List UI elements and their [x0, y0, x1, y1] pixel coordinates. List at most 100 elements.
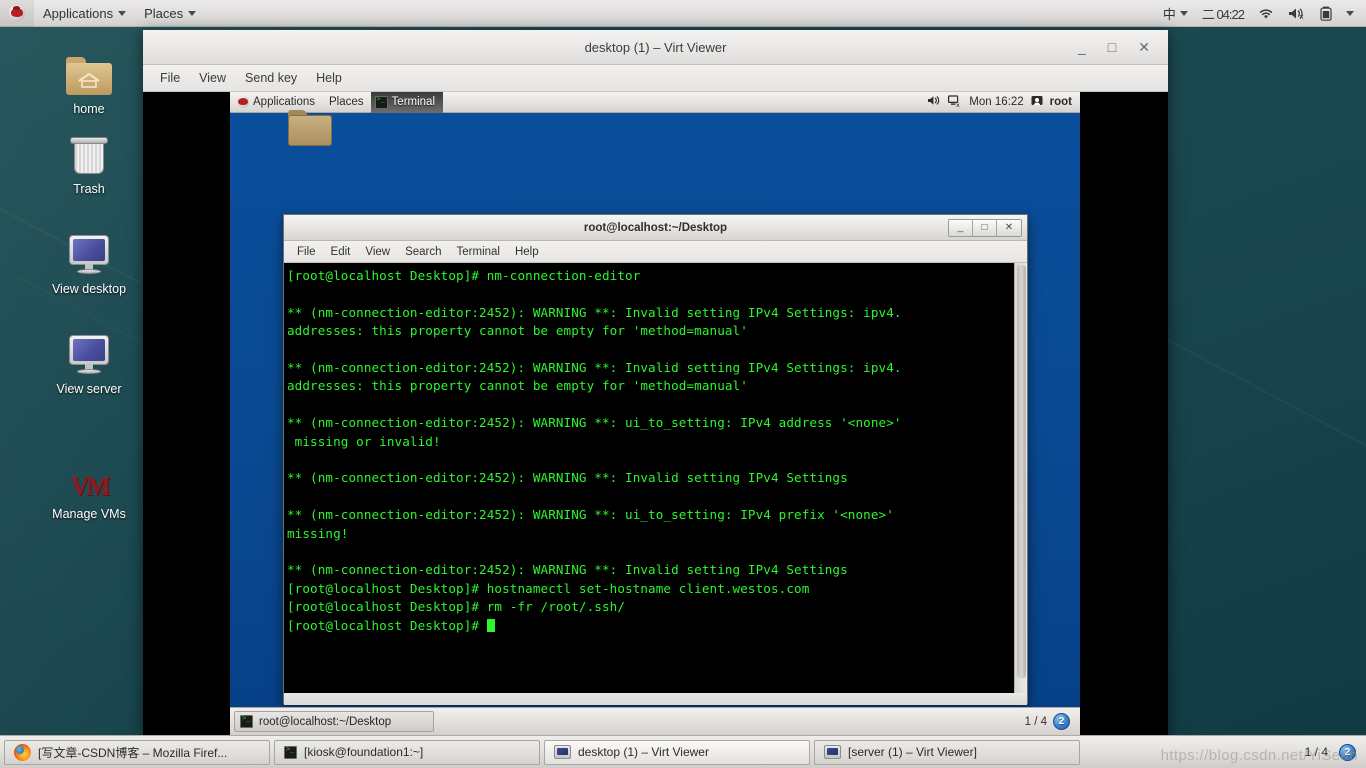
trash-icon: [27, 127, 151, 175]
host-taskbar-item-firefox[interactable]: [写文章-CSDN博客 – Mozilla Firef...: [4, 739, 270, 765]
firefox-icon: [14, 743, 31, 761]
guest-clock[interactable]: Mon 16:22: [969, 96, 1023, 108]
guest-workspace-indicator[interactable]: 1 / 4: [1025, 716, 1047, 728]
redhat-logo-icon: [237, 96, 249, 108]
maximize-icon[interactable]: □: [973, 219, 997, 236]
menu-help[interactable]: Help: [308, 68, 350, 88]
menu-view[interactable]: View: [191, 68, 234, 88]
guest-desktop[interactable]: Applications Places Terminal: [230, 91, 1080, 735]
menu-file[interactable]: File: [152, 68, 188, 88]
host-top-panel: Applications Places 中 二 04:22 x: [0, 0, 1366, 27]
terminal-titlebar[interactable]: root@localhost:~/Desktop _ □ ✕: [284, 215, 1027, 241]
terminal-line: ** (nm-connection-editor:2452): WARNING …: [287, 507, 894, 523]
guest-window-button-label: Terminal: [391, 96, 436, 108]
menu-help[interactable]: Help: [508, 244, 546, 260]
terminal-window: root@localhost:~/Desktop _ □ ✕ File Edit…: [283, 214, 1028, 705]
host-workspace-indicator[interactable]: 1 / 4: [1300, 743, 1333, 761]
host-panel-status-area: 中 二 04:22 x: [1157, 0, 1366, 27]
system-menu-caret-icon[interactable]: [1340, 0, 1360, 27]
desktop-icon-label: View server: [56, 382, 122, 396]
desktop-icon-trash[interactable]: Trash: [27, 127, 151, 197]
chevron-down-icon: [1346, 10, 1354, 16]
minimize-icon[interactable]: _: [949, 219, 973, 236]
desktop-icon-label: View desktop: [51, 282, 127, 296]
host-taskbar-status: 1 / 4 2: [1300, 743, 1362, 761]
terminal-icon: [240, 714, 253, 728]
guest-taskbar-window-button[interactable]: root@localhost:~/Desktop: [234, 711, 434, 732]
user-icon[interactable]: [1031, 95, 1043, 110]
desktop-icon-home[interactable]: home: [27, 47, 151, 117]
host-taskbar-item-kiosk-terminal[interactable]: [kiosk@foundation1:~]: [274, 739, 540, 765]
terminal-window-controls: _ □ ✕: [948, 218, 1022, 237]
host-taskbar: [写文章-CSDN博客 – Mozilla Firef... [kiosk@fo…: [0, 735, 1366, 768]
places-menu[interactable]: Places: [135, 0, 205, 27]
menu-search[interactable]: Search: [398, 244, 448, 260]
clock[interactable]: 二 04:22: [1196, 0, 1250, 27]
battery-icon[interactable]: [1314, 0, 1338, 27]
guest-applications-label: Applications: [253, 96, 316, 108]
input-method-label: 中: [1162, 6, 1176, 22]
close-icon[interactable]: ✕: [997, 219, 1021, 236]
chevron-down-icon: [188, 10, 197, 16]
volume-muted-icon-svg: x: [1289, 7, 1304, 20]
virt-manager-icon: VM: [70, 472, 110, 501]
host-workspace-badge[interactable]: 2: [1339, 743, 1356, 761]
host-taskbar-item-label: desktop (1) – Virt Viewer: [578, 745, 709, 759]
svg-text:x: x: [956, 101, 960, 107]
guest-user-label[interactable]: root: [1050, 96, 1072, 108]
guest-desktop-folder-icon[interactable]: [288, 110, 332, 146]
close-icon[interactable]: ✕: [1138, 40, 1150, 54]
menu-file[interactable]: File: [290, 244, 323, 260]
virt-viewer-window-controls: _ □ ✕: [1078, 40, 1168, 54]
volume-icon[interactable]: [927, 95, 941, 109]
home-glyph-icon: [78, 72, 100, 88]
terminal-screen[interactable]: [root@localhost Desktop]# nm-connection-…: [284, 263, 1027, 693]
terminal-line: missing!: [287, 525, 349, 541]
virt-viewer-titlebar[interactable]: desktop (1) – Virt Viewer _ □ ✕: [143, 30, 1168, 65]
terminal-line: ** (nm-connection-editor:2452): WARNING …: [287, 562, 848, 578]
monitor-icon: [27, 327, 151, 375]
terminal-window-bottom: [284, 693, 1027, 705]
wifi-icon-svg: [1259, 8, 1273, 19]
host-taskbar-item-server-virt-viewer[interactable]: [server (1) – Virt Viewer]: [814, 739, 1080, 765]
desktop-icon-label: home: [73, 102, 105, 116]
terminal-icon: [284, 745, 297, 759]
host-taskbar-item-label: [server (1) – Virt Viewer]: [848, 745, 977, 759]
terminal-line: [root@localhost Desktop]# hostnamectl se…: [287, 580, 810, 596]
menu-edit[interactable]: Edit: [324, 244, 358, 260]
menu-view[interactable]: View: [358, 244, 397, 260]
network-disconnected-icon[interactable]: x: [948, 94, 962, 110]
desktop-icon-label: Manage VMs: [52, 507, 126, 521]
host-taskbar-item-label: [kiosk@foundation1:~]: [304, 745, 424, 759]
volume-muted-icon[interactable]: x: [1282, 0, 1312, 27]
terminal-scrollbar[interactable]: [1014, 263, 1027, 693]
virt-viewer-guest-display[interactable]: Applications Places Terminal: [143, 91, 1168, 735]
desktop-icon-view-server[interactable]: View server: [27, 327, 151, 397]
monitor-icon: [554, 745, 571, 759]
battery-icon-svg: [1320, 6, 1332, 21]
chevron-down-icon: [118, 10, 127, 16]
terminal-output: [root@localhost Desktop]# nm-connection-…: [286, 267, 1027, 635]
desktop-icon-view-desktop[interactable]: View desktop: [27, 227, 151, 297]
wifi-icon[interactable]: [1252, 0, 1280, 27]
redhat-logo-icon[interactable]: [0, 0, 34, 27]
menu-send-key[interactable]: Send key: [237, 68, 305, 88]
guest-window-button-terminal[interactable]: Terminal: [370, 91, 444, 113]
user-icon-svg: [1031, 95, 1043, 105]
terminal-line: [root@localhost Desktop]# nm-connection-…: [287, 268, 641, 283]
guest-places-label: Places: [329, 96, 364, 108]
screen-root: Applications Places 中 二 04:22 x home Tra…: [0, 0, 1366, 768]
svg-text:x: x: [1300, 13, 1304, 20]
menu-terminal[interactable]: Terminal: [450, 244, 507, 260]
minimize-icon[interactable]: _: [1078, 40, 1086, 54]
applications-menu[interactable]: Applications: [34, 0, 135, 27]
host-taskbar-item-desktop-virt-viewer[interactable]: desktop (1) – Virt Viewer: [544, 739, 810, 765]
terminal-scrollbar-thumb[interactable]: [1017, 265, 1026, 678]
input-method-indicator[interactable]: 中: [1157, 0, 1194, 27]
maximize-icon[interactable]: □: [1108, 40, 1116, 54]
home-folder-icon: [27, 47, 151, 95]
desktop-icon-manage-vms[interactable]: VM Manage VMs: [27, 452, 151, 522]
guest-workspace-badge[interactable]: 2: [1053, 713, 1070, 730]
